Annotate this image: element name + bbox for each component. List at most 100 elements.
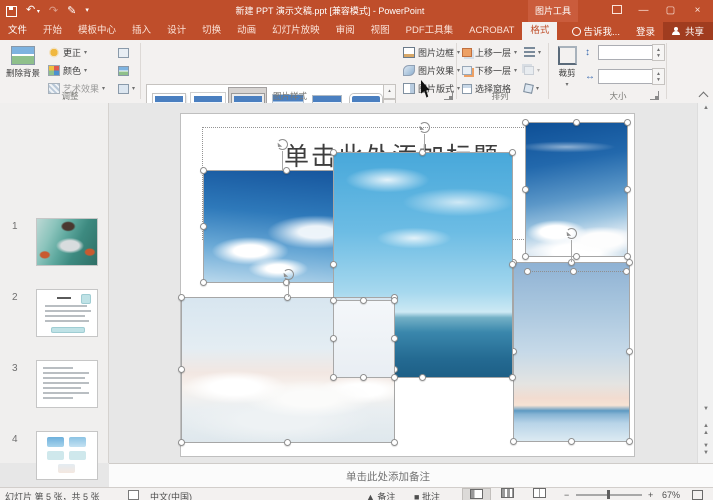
selection-handle[interactable] xyxy=(509,149,516,156)
reset-picture-button[interactable]: ▾ xyxy=(118,82,135,95)
shape-height-input[interactable] xyxy=(598,45,656,60)
picture-styles-dialog-launcher-icon[interactable] xyxy=(444,91,453,100)
selection-handle[interactable] xyxy=(330,149,337,156)
tab-view[interactable]: 视图 xyxy=(363,22,398,40)
customize-qat-icon[interactable]: ▾ xyxy=(85,4,89,18)
rotate-handle[interactable] xyxy=(283,269,294,280)
tab-pdf-tools[interactable]: PDF工具集 xyxy=(398,22,462,40)
fit-to-window-icon[interactable] xyxy=(692,490,703,500)
picture-border-button[interactable]: 图片边框 ▾ xyxy=(403,46,460,59)
selection-handle[interactable] xyxy=(626,348,633,355)
crop-button[interactable]: 裁剪 ▾ xyxy=(554,46,580,88)
slide-thumbnail-4[interactable] xyxy=(36,431,98,480)
canvas-scrollbar[interactable]: ▲ ▼ ▲▲ ▼▼ xyxy=(697,103,713,463)
tab-home[interactable]: 开始 xyxy=(35,22,70,40)
selection-handle[interactable] xyxy=(391,374,398,381)
selection-handle[interactable] xyxy=(626,259,633,266)
tab-file[interactable]: 文件 xyxy=(0,22,35,40)
height-spinner[interactable]: ▲▼ xyxy=(652,44,665,61)
selection-handle[interactable] xyxy=(509,261,516,268)
selection-handle[interactable] xyxy=(330,374,337,381)
selection-handle[interactable] xyxy=(626,438,633,445)
change-picture-button[interactable] xyxy=(118,64,129,77)
selection-handle[interactable] xyxy=(624,119,631,126)
align-button[interactable]: ▾ xyxy=(524,46,541,59)
rotate-handle[interactable] xyxy=(566,228,577,239)
selection-handle[interactable] xyxy=(522,186,529,193)
tab-format-active[interactable]: 格式 xyxy=(522,22,557,40)
selection-handle[interactable] xyxy=(522,119,529,126)
selection-handle[interactable] xyxy=(391,297,398,304)
selection-handle[interactable] xyxy=(623,268,630,275)
selection-handle[interactable] xyxy=(419,374,426,381)
slide-thumbnail-2[interactable] xyxy=(36,289,98,337)
slide-sorter-view-button[interactable] xyxy=(494,488,521,500)
picture-effects-button[interactable]: 图片效果 ▾ xyxy=(403,64,460,77)
tell-me-button[interactable]: 告诉我... xyxy=(564,24,628,38)
zoom-slider-thumb[interactable] xyxy=(607,490,610,499)
selection-handle[interactable] xyxy=(573,119,580,126)
selection-handle[interactable] xyxy=(283,167,290,174)
tab-review[interactable]: 审阅 xyxy=(328,22,363,40)
selection-handle[interactable] xyxy=(200,279,207,286)
compress-pictures-button[interactable] xyxy=(118,46,129,59)
maximize-icon[interactable]: ▢ xyxy=(657,0,684,22)
selection-handle[interactable] xyxy=(522,253,529,260)
photo-pale-overlay[interactable] xyxy=(333,300,395,378)
reading-view-button[interactable] xyxy=(526,488,553,500)
tab-acrobat[interactable]: ACROBAT xyxy=(461,22,522,40)
tab-transitions[interactable]: 切换 xyxy=(194,22,229,40)
selection-handle[interactable] xyxy=(284,439,291,446)
selection-handle[interactable] xyxy=(200,223,207,230)
selection-handle[interactable] xyxy=(330,261,337,268)
selection-handle[interactable] xyxy=(178,366,185,373)
color-button[interactable]: 颜色 ▾ xyxy=(48,64,87,77)
spell-check-icon[interactable] xyxy=(128,490,139,500)
zoom-out-icon[interactable]: − xyxy=(564,490,569,500)
comments-toggle-button[interactable]: ■ 批注 xyxy=(414,490,440,500)
selection-handle[interactable] xyxy=(178,439,185,446)
width-spinner[interactable]: ▲▼ xyxy=(652,68,665,85)
photo-sky-cloudtops-topright[interactable] xyxy=(525,122,628,257)
selection-handle[interactable] xyxy=(391,335,398,342)
remove-background-button[interactable]: 删除背景 xyxy=(4,46,42,79)
sign-in-button[interactable]: 登录 xyxy=(628,24,663,38)
photo-sky-sunset-right[interactable] xyxy=(513,262,630,442)
notes-toggle-button[interactable]: ▲ 备注 xyxy=(366,490,395,500)
tab-animations[interactable]: 动画 xyxy=(229,22,264,40)
tab-slideshow[interactable]: 幻灯片放映 xyxy=(264,22,328,40)
undo-icon[interactable]: ↶ ▾ xyxy=(26,3,40,19)
tab-design[interactable]: 设计 xyxy=(159,22,194,40)
selection-handle[interactable] xyxy=(570,268,577,275)
ribbon-display-options-icon[interactable] xyxy=(603,0,630,22)
previous-slide-icon[interactable]: ▲▲ xyxy=(698,423,713,437)
scroll-up-icon[interactable]: ▲ xyxy=(698,105,713,112)
selection-handle[interactable] xyxy=(200,167,207,174)
slide-thumbnail-3[interactable] xyxy=(36,360,98,408)
language-indicator[interactable]: 中文(中国) xyxy=(150,490,192,500)
selection-handle[interactable] xyxy=(330,297,337,304)
send-backward-button[interactable]: 下移一层 ▾ xyxy=(462,64,517,77)
selection-handle[interactable] xyxy=(330,335,337,342)
selection-handle[interactable] xyxy=(510,438,517,445)
rotate-handle[interactable] xyxy=(277,139,288,150)
selection-handle[interactable] xyxy=(524,268,531,275)
close-icon[interactable]: × xyxy=(684,0,711,22)
size-dialog-launcher-icon[interactable] xyxy=(650,91,659,100)
selection-handle[interactable] xyxy=(391,439,398,446)
slide-thumbnail-1[interactable] xyxy=(36,218,98,266)
shape-width-input[interactable] xyxy=(598,69,656,84)
selection-handle[interactable] xyxy=(624,186,631,193)
rotate-handle[interactable] xyxy=(419,122,430,133)
group-button[interactable]: ▾ xyxy=(524,64,540,77)
touch-mode-icon[interactable]: ✎ xyxy=(67,4,76,18)
selection-handle[interactable] xyxy=(360,374,367,381)
bring-forward-button[interactable]: 上移一层 ▾ xyxy=(462,46,517,59)
zoom-level[interactable]: 67% xyxy=(662,490,680,500)
share-button[interactable]: 共享 xyxy=(663,22,713,40)
zoom-in-icon[interactable]: + xyxy=(648,490,653,500)
tab-template-center[interactable]: 模板中心 xyxy=(70,22,124,40)
collapse-ribbon-icon[interactable] xyxy=(699,92,709,102)
selection-handle[interactable] xyxy=(509,374,516,381)
corrections-button[interactable]: 更正 ▾ xyxy=(48,46,87,59)
